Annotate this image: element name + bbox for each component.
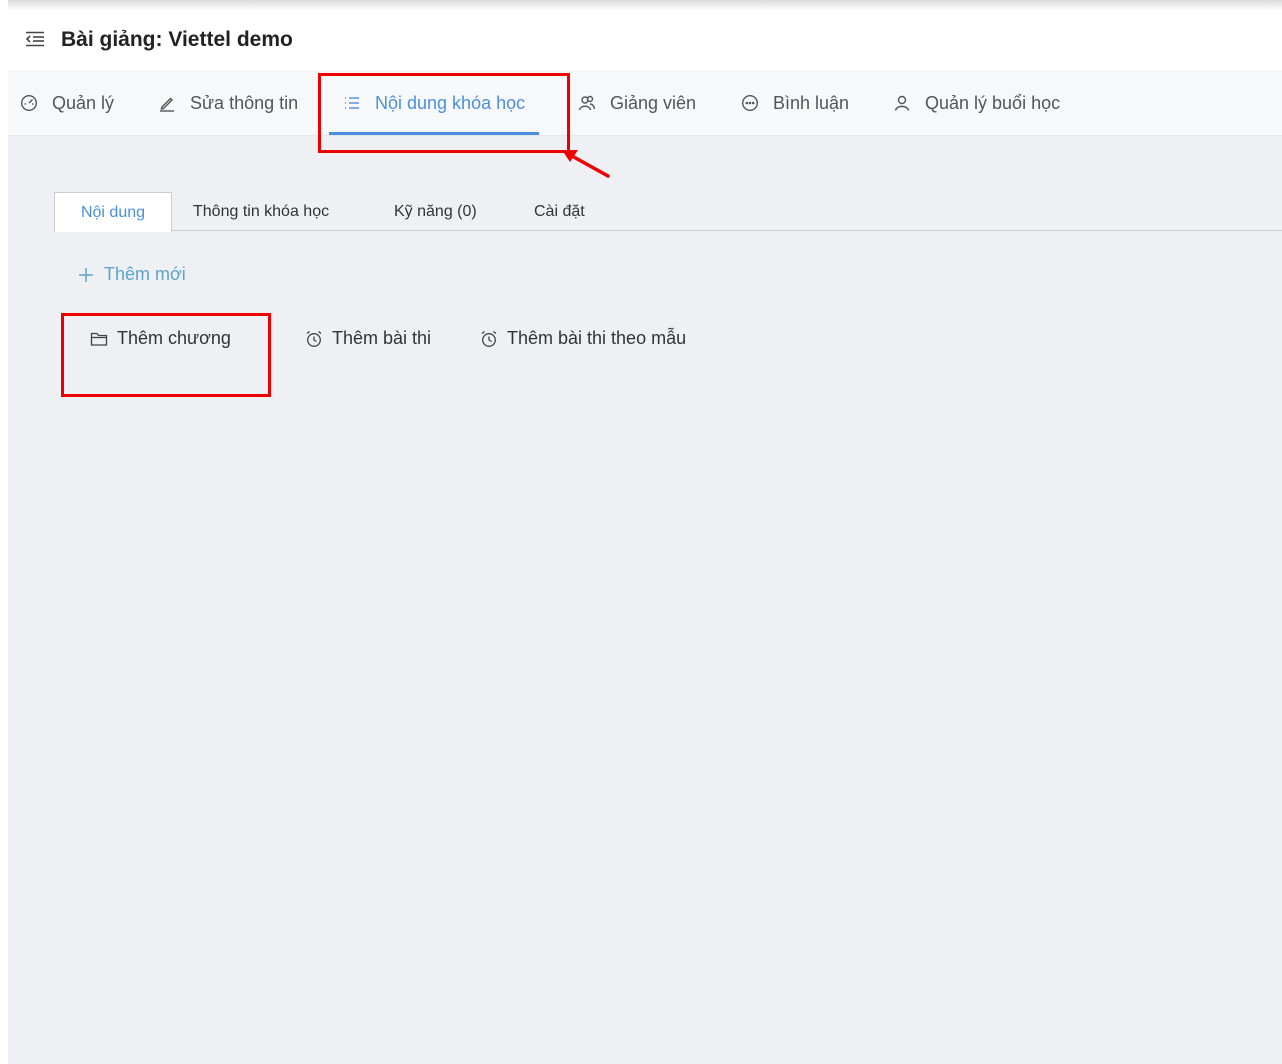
top-shadow <box>8 0 1282 10</box>
edit-pen-icon <box>160 97 174 112</box>
app-window: Bài giảng: Viettel demo Quản lý Sửa thôn… <box>0 0 1282 1064</box>
page-title: Bài giảng: Viettel demo <box>61 28 293 51</box>
page-header: Bài giảng: Viettel demo <box>8 10 1282 70</box>
comment-icon <box>741 94 759 112</box>
list-icon <box>345 97 359 109</box>
tab-manage-sessions[interactable]: Quản lý buổi học <box>893 70 1060 136</box>
user-icon <box>894 95 910 111</box>
tab-edit-info-label: Sửa thông tin <box>190 92 299 113</box>
tab-edit-info[interactable]: Sửa thông tin <box>158 70 298 136</box>
add-chapter-button[interactable]: Thêm chương <box>90 328 231 349</box>
tab-comments-label: Bình luận <box>773 92 850 113</box>
alarm-clock-icon <box>306 330 322 347</box>
tab-manage-label: Quản lý <box>52 92 115 113</box>
dashboard-icon <box>20 94 38 112</box>
tab-course-content[interactable]: Nội dung khóa học <box>328 70 540 136</box>
main-tab-bar: Quản lý Sửa thông tin Nội dung khóa học <box>8 70 1282 136</box>
folder-icon <box>90 332 108 346</box>
add-new-label: Thêm mới <box>104 264 186 284</box>
subtab-skills-label: Kỹ năng (0) <box>394 202 477 220</box>
add-exam-button[interactable]: Thêm bài thi <box>305 328 431 349</box>
add-exam-template-label: Thêm bài thi theo mẫu <box>507 328 687 348</box>
subtab-course-info-label: Thông tin khóa học <box>193 202 330 220</box>
subtab-settings[interactable]: Cài đặt <box>534 192 585 231</box>
tab-instructors-label: Giảng viên <box>610 92 697 113</box>
add-chapter-label: Thêm chương <box>117 328 231 348</box>
subtab-content-label: Nội dung <box>80 203 146 221</box>
tab-course-content-label: Nội dung khóa học <box>375 92 526 113</box>
tab-manage-sessions-label: Quản lý buổi học <box>925 92 1061 113</box>
tab-instructors[interactable]: Giảng viên <box>578 70 696 136</box>
plus-icon <box>79 267 93 282</box>
add-new-button[interactable]: Thêm mới <box>78 264 186 285</box>
add-exam-template-button[interactable]: Thêm bài thi theo mẫu <box>480 328 686 349</box>
add-exam-label: Thêm bài thi <box>332 328 432 348</box>
content-area: Nội dung Thông tin khóa học Kỹ năng (0) … <box>8 136 1282 1064</box>
tab-manage[interactable]: Quản lý <box>20 70 114 136</box>
tab-comments[interactable]: Bình luận <box>741 70 849 136</box>
subtab-skills[interactable]: Kỹ năng (0) <box>394 192 477 231</box>
sub-tab-bar: Nội dung Thông tin khóa học Kỹ năng (0) … <box>54 192 1282 232</box>
indent-menu-icon[interactable] <box>25 31 45 47</box>
subtab-settings-label: Cài đặt <box>534 202 585 220</box>
alarm-clock-icon <box>481 330 497 347</box>
subtab-course-info[interactable]: Thông tin khóa học <box>193 192 329 231</box>
users-icon <box>578 95 596 111</box>
subtab-content[interactable]: Nội dung <box>54 192 172 232</box>
